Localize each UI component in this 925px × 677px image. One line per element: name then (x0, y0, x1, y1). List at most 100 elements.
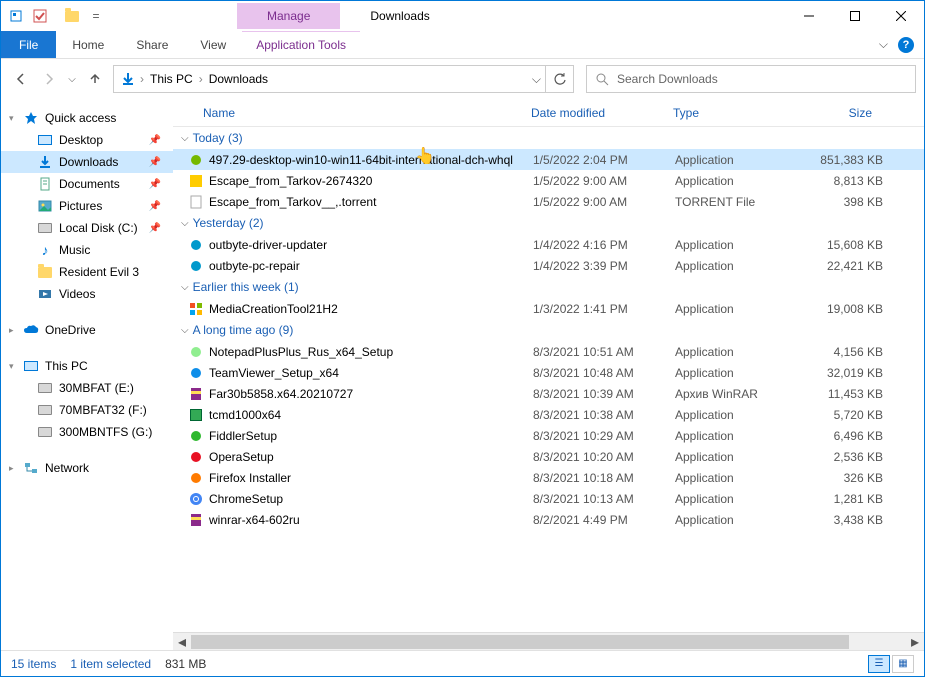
tab-home[interactable]: Home (56, 31, 120, 58)
file-row[interactable]: NotepadPlusPlus_Rus_x64_Setup8/3/2021 10… (173, 341, 924, 362)
file-row[interactable]: Firefox Installer8/3/2021 10:18 AMApplic… (173, 467, 924, 488)
group-header[interactable]: ⌵Yesterday (2) (173, 212, 924, 234)
scroll-right-icon[interactable]: ▸ (906, 632, 924, 651)
file-name: ChromeSetup (209, 492, 533, 506)
group-header[interactable]: ⌵A long time ago (9) (173, 319, 924, 341)
file-date: 8/3/2021 10:51 AM (533, 345, 675, 359)
tab-application-tools[interactable]: Application Tools (242, 31, 360, 58)
column-size[interactable]: Size (785, 106, 880, 120)
file-row[interactable]: tcmd1000x648/3/2021 10:38 AMApplication5… (173, 404, 924, 425)
nav-network[interactable]: ▸Network (1, 457, 173, 479)
file-size: 15,608 KB (795, 238, 883, 252)
file-list[interactable]: ⌵Today (3) 497.29-desktop-win10-win11-64b… (173, 127, 924, 632)
horizontal-scrollbar[interactable]: ◂ ▸ (173, 632, 924, 650)
file-size: 8,813 KB (795, 174, 883, 188)
chevron-right-icon[interactable]: › (140, 72, 144, 86)
thumbnails-view-button[interactable]: ▦ (892, 655, 914, 673)
nav-drive[interactable]: 300MBNTFS (G:) (1, 421, 173, 443)
file-row[interactable]: Escape_from_Tarkov__,.torrent1/5/2022 9:… (173, 191, 924, 212)
nav-item[interactable]: Documents📌 (1, 173, 173, 195)
file-type: Application (675, 492, 795, 506)
nav-item[interactable]: Videos (1, 283, 173, 305)
nav-item[interactable]: Downloads📌 (1, 151, 173, 173)
downloads-icon (118, 71, 138, 87)
address-bar[interactable]: › This PC › Downloads ⌵ (113, 65, 546, 93)
file-type: Application (675, 513, 795, 527)
details-view-button[interactable]: ☰ (868, 655, 890, 673)
file-row[interactable]: Far30b5858.x64.202107278/3/2021 10:39 AM… (173, 383, 924, 404)
file-row[interactable]: 497.29-desktop-win10-win11-64bit-interna… (173, 149, 924, 170)
pin-icon: 📌 (149, 135, 161, 146)
refresh-button[interactable] (546, 65, 574, 93)
qat-folder-icon[interactable] (61, 5, 83, 27)
column-headers[interactable]: Name Date modified Type Size (173, 99, 924, 127)
file-row[interactable]: FiddlerSetup8/3/2021 10:29 AMApplication… (173, 425, 924, 446)
file-name: winrar-x64-602ru (209, 513, 533, 527)
file-name: outbyte-driver-updater (209, 238, 533, 252)
nav-thispc[interactable]: ▾This PC (1, 355, 173, 377)
file-row[interactable]: TeamViewer_Setup_x648/3/2021 10:48 AMApp… (173, 362, 924, 383)
address-dropdown-icon[interactable]: ⌵ (532, 72, 541, 87)
minimize-button[interactable] (786, 1, 832, 31)
file-date: 1/4/2022 4:16 PM (533, 238, 675, 252)
file-size: 851,383 KB (795, 153, 883, 167)
nav-quick-access[interactable]: ▾Quick access (1, 107, 173, 129)
breadcrumb-thispc[interactable]: This PC (146, 72, 197, 86)
scroll-thumb[interactable] (191, 635, 849, 649)
qat-customize-icon[interactable]: = (85, 5, 107, 27)
file-size: 398 KB (795, 195, 883, 209)
status-item-count: 15 items (11, 657, 56, 671)
qat-properties-icon[interactable] (5, 5, 27, 27)
file-row[interactable]: outbyte-driver-updater1/4/2022 4:16 PMAp… (173, 234, 924, 255)
navigation-pane[interactable]: ▾Quick accessDesktop📌Downloads📌Documents… (1, 99, 173, 650)
manage-contextual-tab[interactable]: Manage (237, 3, 340, 29)
nav-onedrive[interactable]: ▸OneDrive (1, 319, 173, 341)
chevron-right-icon[interactable]: › (199, 72, 203, 86)
file-row[interactable]: ChromeSetup8/3/2021 10:13 AMApplication1… (173, 488, 924, 509)
file-name: NotepadPlusPlus_Rus_x64_Setup (209, 345, 533, 359)
file-type: Application (675, 174, 795, 188)
recent-locations-icon[interactable]: ⌵ (65, 67, 79, 91)
nav-drive[interactable]: 70MBFAT32 (F:) (1, 399, 173, 421)
up-button[interactable] (83, 67, 107, 91)
column-date[interactable]: Date modified (523, 106, 665, 120)
column-type[interactable]: Type (665, 106, 785, 120)
file-name: TeamViewer_Setup_x64 (209, 366, 533, 380)
ribbon-expand-icon[interactable]: ⌵ (879, 37, 888, 52)
nav-item[interactable]: Resident Evil 3 (1, 261, 173, 283)
file-name: Escape_from_Tarkov__,.torrent (209, 195, 533, 209)
tab-view[interactable]: View (184, 31, 242, 58)
breadcrumb-downloads[interactable]: Downloads (205, 72, 272, 86)
forward-button[interactable] (37, 67, 61, 91)
file-date: 8/3/2021 10:38 AM (533, 408, 675, 422)
back-button[interactable] (9, 67, 33, 91)
nav-item[interactable]: Desktop📌 (1, 129, 173, 151)
file-tab[interactable]: File (1, 31, 56, 58)
nav-item[interactable]: Local Disk (C:)📌 (1, 217, 173, 239)
maximize-button[interactable] (832, 1, 878, 31)
file-row[interactable]: OperaSetup8/3/2021 10:20 AMApplication2,… (173, 446, 924, 467)
nav-item[interactable]: Pictures📌 (1, 195, 173, 217)
tab-share[interactable]: Share (120, 31, 184, 58)
qat-checkbox-icon[interactable] (29, 5, 51, 27)
file-row[interactable]: outbyte-pc-repair1/4/2022 3:39 PMApplica… (173, 255, 924, 276)
file-type: Application (675, 345, 795, 359)
help-icon[interactable]: ? (898, 37, 914, 53)
group-header[interactable]: ⌵Earlier this week (1) (173, 276, 924, 298)
file-row[interactable]: winrar-x64-602ru8/2/2021 4:49 PMApplicat… (173, 509, 924, 530)
file-icon (187, 195, 205, 209)
nav-item[interactable]: ♪Music (1, 239, 173, 261)
column-name[interactable]: Name (173, 106, 523, 120)
group-header[interactable]: ⌵Today (3) (173, 127, 924, 149)
file-name: 497.29-desktop-win10-win11-64bit-interna… (209, 153, 533, 167)
file-icon (187, 452, 205, 462)
chevron-down-icon: ⌵ (181, 133, 189, 144)
file-row[interactable]: MediaCreationTool21H21/3/2022 1:41 PMApp… (173, 298, 924, 319)
file-row[interactable]: Escape_from_Tarkov-26743201/5/2022 9:00 … (173, 170, 924, 191)
file-type: Application (675, 408, 795, 422)
file-date: 1/3/2022 1:41 PM (533, 302, 675, 316)
search-input[interactable]: Search Downloads (586, 65, 916, 93)
scroll-left-icon[interactable]: ◂ (173, 632, 191, 651)
nav-drive[interactable]: 30MBFAT (E:) (1, 377, 173, 399)
close-button[interactable] (878, 1, 924, 31)
